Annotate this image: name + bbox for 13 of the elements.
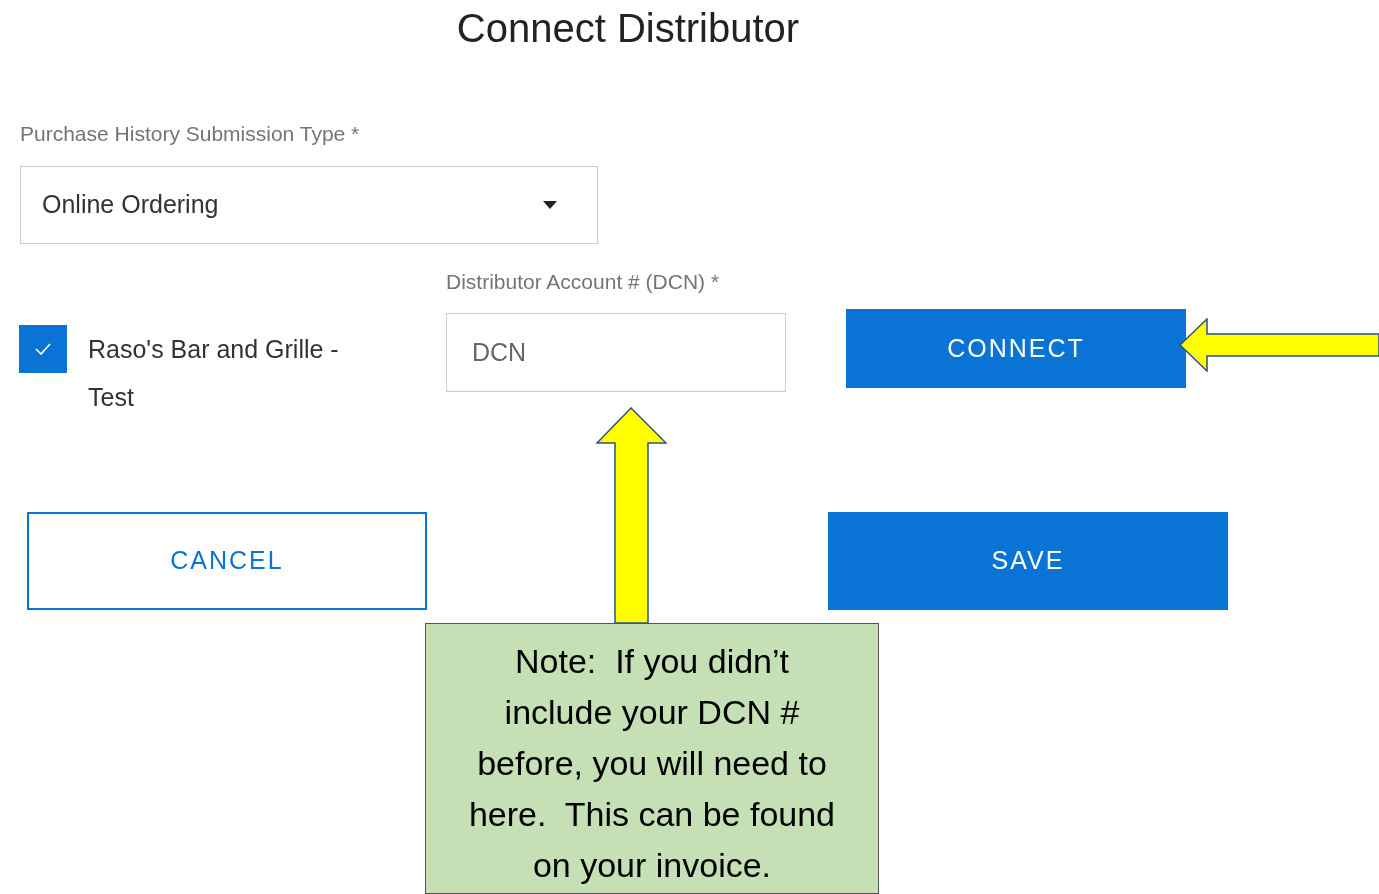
note-callout: Note: If you didn’t include your DCN # before, you will need to here. This can be found on your invoice. bbox=[425, 623, 879, 894]
caret-icon bbox=[543, 201, 557, 209]
connect-button[interactable]: CONNECT bbox=[846, 309, 1186, 388]
field-label: Purchase History Submission Type * bbox=[20, 122, 360, 146]
dcn-input-field[interactable]: DCN bbox=[446, 313, 786, 392]
submission-type-dropdown[interactable]: Online Ordering bbox=[20, 166, 598, 244]
save-button[interactable]: SAVE bbox=[828, 512, 1228, 610]
cancel-button[interactable]: CANCEL bbox=[27, 512, 427, 610]
field-label: Distributor Account # (DCN) * bbox=[446, 270, 721, 294]
checkbox[interactable] bbox=[19, 325, 67, 373]
dialog-title: Connect Distributor bbox=[456, 5, 800, 52]
check-icon bbox=[33, 341, 53, 357]
location-label: Raso's Bar and Grille - Test bbox=[88, 334, 340, 413]
